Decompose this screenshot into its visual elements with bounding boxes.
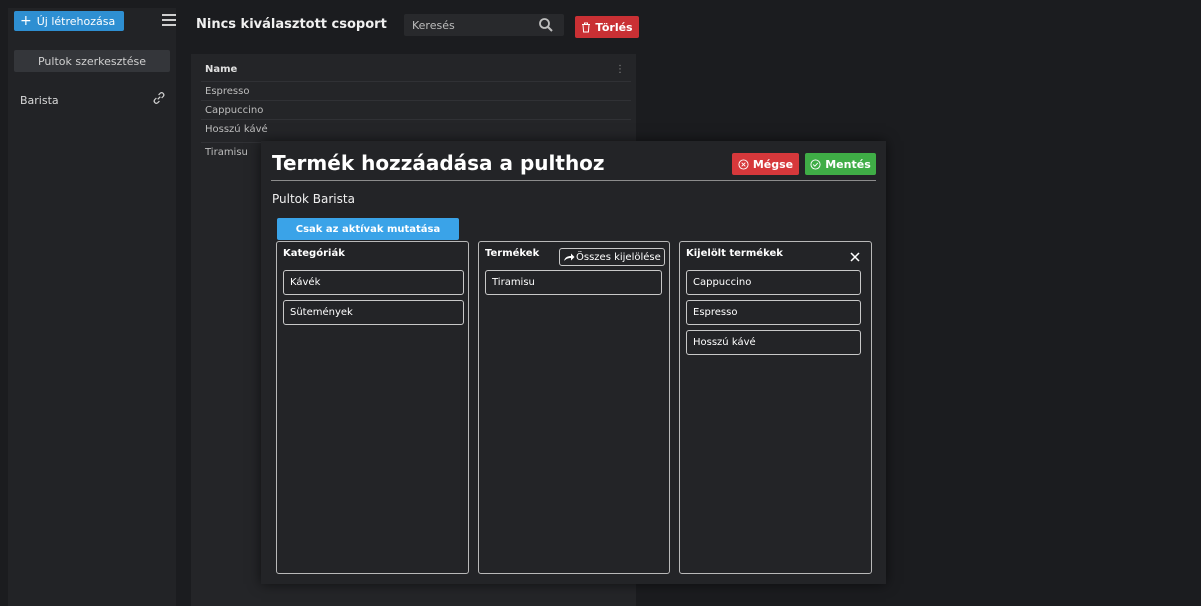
search-input[interactable] [412,14,532,36]
categories-title: Kategóriák [283,248,345,259]
edit-counters-button[interactable]: Pultok szerkesztése [14,50,170,72]
selected-products-column: Kijelölt termékek Cappuccino Espresso Ho… [679,241,872,574]
selected-products-title: Kijelölt termékek [686,248,783,259]
select-all-button[interactable]: Összes kijelölése [559,248,665,266]
plus-icon: + [20,13,32,29]
check-circle-icon [810,158,821,170]
delete-button-label: Törlés [595,20,633,34]
table-row[interactable]: Hosszú kávé [201,119,631,138]
cancel-button-label: Mégse [752,157,794,171]
menu-icon[interactable] [162,14,176,26]
page-title: Nincs kiválasztott csoport [196,17,387,32]
category-item[interactable]: Kávék [283,270,464,295]
close-icon[interactable] [848,250,862,264]
table-row[interactable]: Espresso [201,81,631,100]
search-box [404,14,564,36]
table-row[interactable]: Cappuccino [201,100,631,119]
products-column: Termékek Összes kijelölése Tiramisu [478,241,670,574]
search-icon[interactable] [538,17,554,33]
cancel-circle-icon [738,158,749,170]
show-active-label: Csak az aktívak mutatása [295,223,441,235]
sidebar: + Új létrehozása Pultok szerkesztése Bar… [8,8,176,606]
new-button[interactable]: + Új létrehozása [14,11,124,31]
cancel-button[interactable]: Mégse [732,153,799,175]
save-button-label: Mentés [825,157,871,171]
product-item[interactable]: Tiramisu [485,270,662,295]
add-product-modal: Termék hozzáadása a pulthoz Mégse Mentés… [261,141,886,584]
link-icon[interactable] [152,91,166,105]
new-button-label: Új létrehozása [36,14,116,28]
modal-subtitle: Pultok Barista [272,192,355,206]
modal-title: Termék hozzáadása a pulthoz [272,151,605,175]
sidebar-item-barista[interactable]: Barista [20,94,59,107]
save-button[interactable]: Mentés [805,153,876,175]
categories-column: Kategóriák Kávék Sütemények [276,241,469,574]
category-item[interactable]: Sütemények [283,300,464,325]
delete-button[interactable]: Törlés [575,16,639,38]
column-header-name[interactable]: Name [205,64,237,75]
selected-product-item[interactable]: Espresso [686,300,861,325]
select-all-label: Összes kijelölése [576,251,661,263]
modal-divider [271,180,876,181]
products-title: Termékek [485,248,540,259]
show-active-button[interactable]: Csak az aktívak mutatása [277,218,459,240]
trash-icon [582,22,591,32]
edit-counters-label: Pultok szerkesztése [37,54,146,68]
column-menu-icon[interactable]: ⋮ [615,64,625,75]
forward-arrow-icon [564,253,575,261]
selected-product-item[interactable]: Hosszú kávé [686,330,861,355]
selected-product-item[interactable]: Cappuccino [686,270,861,295]
